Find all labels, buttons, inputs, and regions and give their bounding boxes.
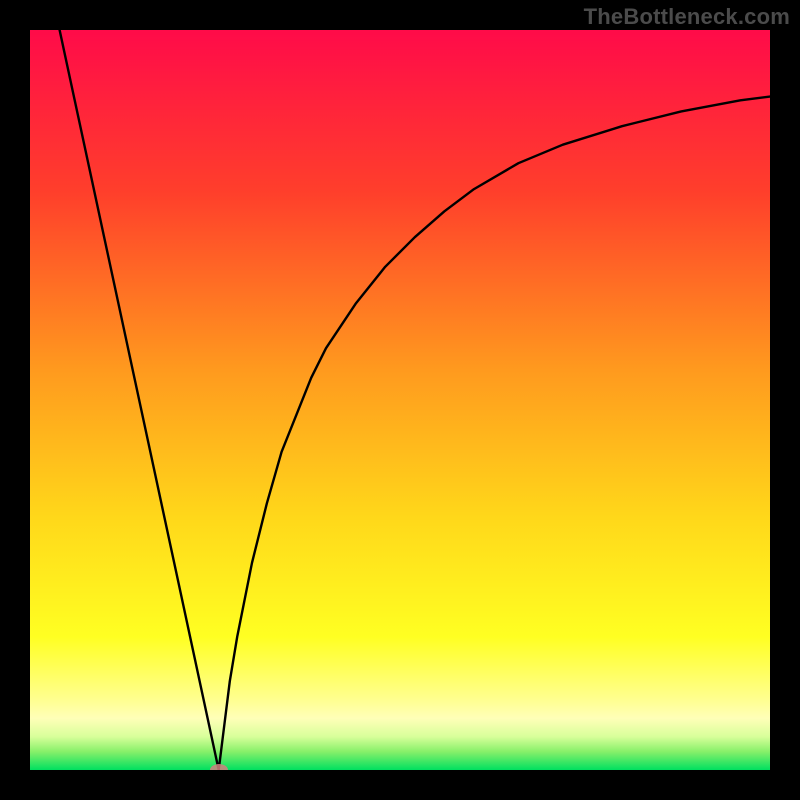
chart-frame: TheBottleneck.com (0, 0, 800, 800)
chart-background (30, 30, 770, 770)
chart-plot-area (30, 30, 770, 770)
chart-svg (30, 30, 770, 770)
watermark-text: TheBottleneck.com (584, 4, 790, 30)
